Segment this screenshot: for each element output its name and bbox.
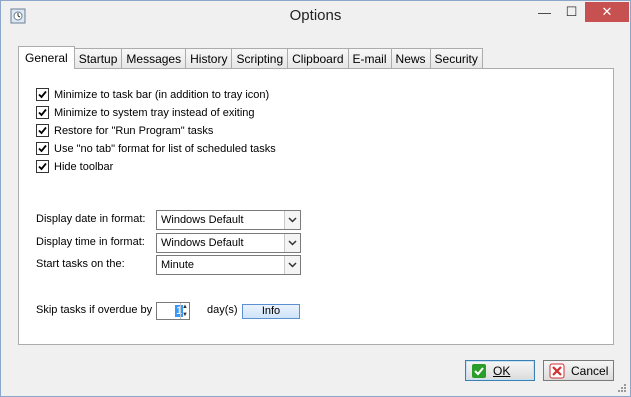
tab-security[interactable]: Security [429, 48, 483, 69]
chevron-down-icon[interactable] [284, 234, 300, 252]
chevron-down-icon[interactable]: ▼ [181, 311, 189, 319]
checkbox-checked-icon[interactable] [36, 142, 49, 155]
checkbox-label: Use "no tab" format for list of schedule… [54, 142, 276, 155]
cancel-label: Cancel [571, 363, 609, 378]
tab-clipboard[interactable]: Clipboard [287, 48, 349, 69]
tab-news[interactable]: News [390, 48, 431, 69]
tab-strip: General Startup Messages History Scripti… [18, 46, 483, 69]
checkbox-label: Minimize to system tray instead of exiti… [54, 106, 255, 119]
chevron-down-icon[interactable] [284, 211, 300, 229]
tab-messages[interactable]: Messages [121, 48, 187, 69]
start-tasks-value: Minute [161, 259, 195, 271]
title-bar[interactable]: Options — ☐ ✕ [1, 1, 630, 31]
minimize-taskbar-option[interactable]: Minimize to task bar (in addition to tra… [36, 88, 269, 101]
checkbox-checked-icon[interactable] [36, 160, 49, 173]
minimize-tray-option[interactable]: Minimize to system tray instead of exiti… [36, 106, 255, 119]
info-button[interactable]: Info [242, 304, 300, 319]
skip-overdue-label: Skip tasks if overdue by [36, 304, 153, 316]
date-format-select[interactable]: Windows Default [156, 210, 301, 230]
restore-run-program-option[interactable]: Restore for "Run Program" tasks [36, 124, 213, 137]
hide-toolbar-option[interactable]: Hide toolbar [36, 160, 113, 173]
checkbox-checked-icon[interactable] [36, 88, 49, 101]
chevron-down-icon[interactable] [284, 256, 300, 274]
cancel-button[interactable]: Cancel [543, 360, 614, 381]
tab-general[interactable]: General [18, 46, 75, 69]
date-format-value: Windows Default [161, 214, 244, 226]
overdue-days-stepper[interactable]: 1 ▲ ▼ [156, 302, 190, 320]
checkbox-checked-icon[interactable] [36, 124, 49, 137]
cross-icon [549, 363, 565, 378]
tab-scripting[interactable]: Scripting [231, 48, 289, 69]
time-format-value: Windows Default [161, 237, 244, 249]
checkbox-checked-icon[interactable] [36, 106, 49, 119]
ok-label: OK [493, 363, 511, 378]
chevron-up-icon[interactable]: ▲ [181, 303, 189, 311]
general-panel: Minimize to task bar (in addition to tra… [18, 68, 614, 345]
checkbox-label: Restore for "Run Program" tasks [54, 124, 214, 137]
minimize-button[interactable]: — [531, 2, 558, 22]
tab-history[interactable]: History [185, 48, 233, 69]
tab-email[interactable]: E-mail [347, 48, 392, 69]
time-format-select[interactable]: Windows Default [156, 233, 301, 253]
tab-startup[interactable]: Startup [73, 48, 123, 69]
checkbox-label: Minimize to task bar (in addition to tra… [54, 88, 270, 101]
resize-grip-icon[interactable] [617, 383, 627, 393]
close-button[interactable]: ✕ [585, 2, 629, 22]
days-unit-label: day(s) [207, 304, 238, 316]
date-format-label: Display date in format: [36, 213, 146, 225]
start-tasks-select[interactable]: Minute [156, 255, 301, 275]
ok-button[interactable]: OK [465, 360, 535, 381]
start-tasks-label: Start tasks on the: [36, 258, 125, 270]
stepper-buttons[interactable]: ▲ ▼ [180, 303, 189, 319]
maximize-button[interactable]: ☐ [558, 2, 585, 22]
checkbox-label: Hide toolbar [54, 160, 114, 173]
time-format-label: Display time in format: [36, 236, 145, 248]
options-window: Options — ☐ ✕ General Startup Messages H… [0, 0, 631, 397]
no-tab-format-option[interactable]: Use "no tab" format for list of schedule… [36, 142, 276, 155]
checkmark-icon [472, 363, 486, 378]
